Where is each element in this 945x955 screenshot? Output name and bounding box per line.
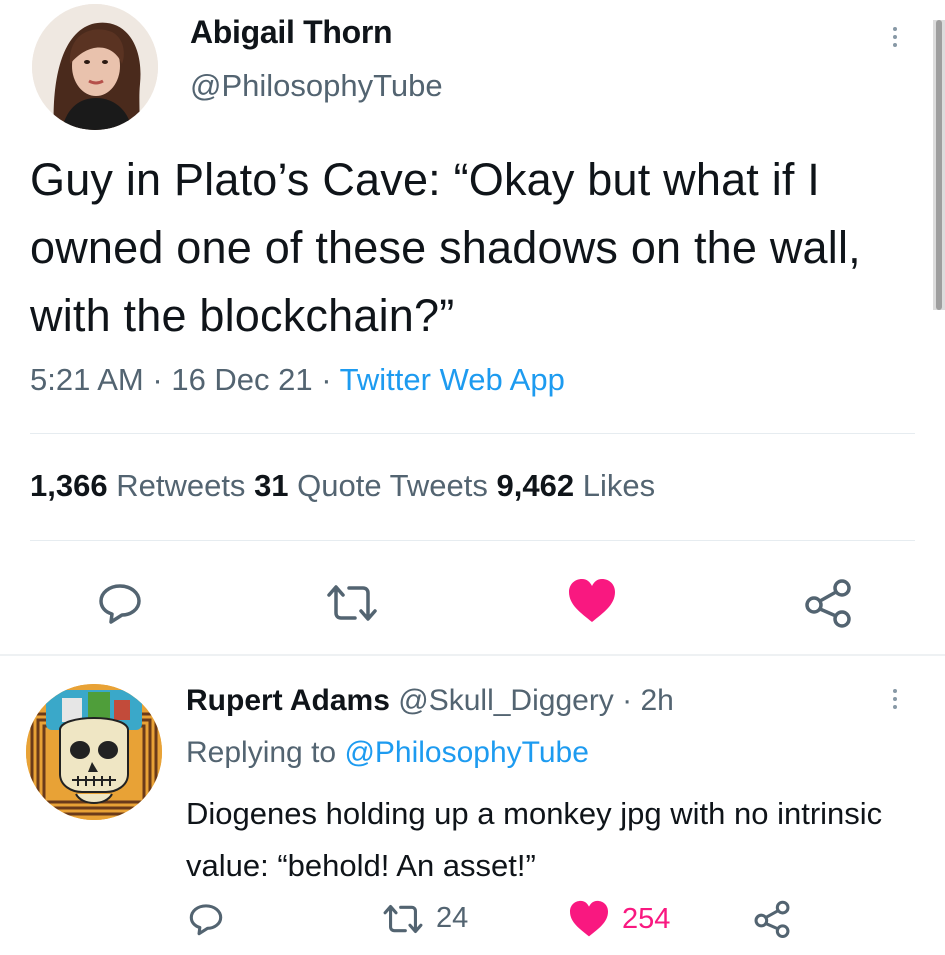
like-count: 254 <box>622 902 671 935</box>
retweets-count: 1,366 <box>30 468 108 503</box>
tweet-source[interactable]: Twitter Web App <box>340 362 565 397</box>
meta-separator: · <box>152 362 163 397</box>
reply-tweet: Rupert Adams @Skull_Diggery · 2h Replyin… <box>0 656 945 955</box>
retweet-icon <box>327 585 377 621</box>
divider <box>30 540 915 541</box>
more-options-icon[interactable] <box>885 22 905 52</box>
tweet-date[interactable]: 16 Dec 21 <box>171 362 312 397</box>
replying-to-handle[interactable]: @PhilosophyTube <box>344 736 588 769</box>
reply-header: Rupert Adams @Skull_Diggery · 2h <box>186 684 674 718</box>
reply-like-button[interactable]: 254 <box>568 900 670 938</box>
reply-icon <box>99 584 141 624</box>
share-icon <box>754 900 790 938</box>
retweet-icon <box>383 904 423 933</box>
reply-time[interactable]: 2h <box>641 684 674 717</box>
replying-to: Replying to @PhilosophyTube <box>186 736 589 770</box>
likes-count: 9,462 <box>496 468 575 503</box>
quotes-stat[interactable]: 31 Quote Tweets <box>254 468 488 503</box>
avatar[interactable] <box>26 684 162 820</box>
like-button[interactable] <box>564 574 620 628</box>
reply-retweet-button[interactable]: 24 <box>382 902 468 935</box>
retweets-stat[interactable]: 1,366 Retweets <box>30 468 245 503</box>
author-photo <box>32 4 158 130</box>
tweet-time[interactable]: 5:21 AM <box>30 362 144 397</box>
reply-button[interactable] <box>92 578 148 628</box>
reply-icon <box>189 904 223 936</box>
reply-separator: · <box>622 684 633 717</box>
tweet-text: Guy in Plato’s Cave: “Okay but what if I… <box>30 154 861 341</box>
author-handle[interactable]: @PhilosophyTube <box>190 68 443 104</box>
reply-author-handle[interactable]: @Skull_Diggery <box>398 684 614 717</box>
quotes-count: 31 <box>254 468 289 503</box>
retweet-button[interactable] <box>322 578 382 628</box>
avatar[interactable] <box>32 4 158 130</box>
main-tweet: Abigail Thorn @PhilosophyTube Guy in Pla… <box>0 0 945 655</box>
more-options-icon[interactable] <box>885 684 905 714</box>
author-name[interactable]: Abigail Thorn <box>190 14 393 51</box>
quotes-label: Quote Tweets <box>297 468 488 503</box>
heart-icon <box>570 900 608 937</box>
skull-avatar-image <box>26 684 162 820</box>
share-icon <box>805 579 851 628</box>
share-button[interactable] <box>800 576 856 630</box>
reply-reply-button[interactable] <box>188 902 224 936</box>
tweet-stats: 1,366 Retweets 31 Quote Tweets 9,462 Lik… <box>30 468 655 504</box>
retweet-count: 24 <box>436 902 469 934</box>
meta-separator: · <box>321 362 332 397</box>
likes-stat[interactable]: 9,462 Likes <box>497 468 656 503</box>
divider <box>30 433 915 434</box>
reply-text: Diogenes holding up a monkey jpg with no… <box>186 796 883 883</box>
likes-label: Likes <box>582 468 656 503</box>
replying-label: Replying to <box>186 736 337 769</box>
reply-author-name[interactable]: Rupert Adams <box>186 684 390 717</box>
tweet-meta: 5:21 AM · 16 Dec 21 · Twitter Web App <box>30 362 565 398</box>
retweets-label: Retweets <box>116 468 246 503</box>
heart-icon <box>569 579 615 622</box>
reply-share-button[interactable] <box>752 900 792 938</box>
